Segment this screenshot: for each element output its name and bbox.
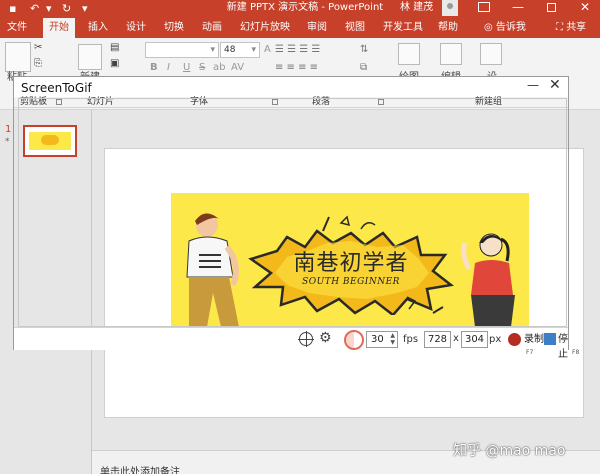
record-hotkey: F7 — [526, 349, 534, 356]
strikethrough-button[interactable]: S — [199, 62, 205, 73]
dialog-launcher-icon[interactable] — [272, 99, 278, 105]
woman-illustration — [461, 233, 515, 327]
align-icon[interactable]: ≡ ≡ ≡ ≡ — [275, 62, 318, 73]
cut-icon[interactable]: ✂ — [34, 42, 42, 53]
height-input[interactable]: 304 — [461, 331, 488, 348]
italic-button[interactable]: I — [167, 62, 170, 73]
tab-animations[interactable]: 动画 — [202, 18, 222, 38]
stop-button[interactable]: 停止 F8 — [544, 332, 579, 360]
char-spacing-button[interactable]: AV — [231, 62, 244, 73]
share-button[interactable]: ⛶ 共享 — [556, 18, 586, 37]
group-font: 字体 — [190, 97, 209, 107]
slide-transition-marker: * — [5, 137, 10, 147]
ribbon-group-labels: 剪贴板 幻灯片 字体 段落 新建组 — [14, 97, 568, 108]
smartart-icon[interactable]: ⧉ — [360, 62, 367, 73]
stop-hotkey: F8 — [572, 349, 580, 356]
bold-button[interactable]: B — [150, 62, 158, 73]
group-clipboard: 剪贴板 — [20, 97, 48, 107]
group-paragraph: 段落 — [312, 97, 331, 107]
text-direction-icon[interactable]: ⇅ — [360, 44, 368, 55]
share-icon: ⛶ — [556, 22, 567, 33]
designer-button[interactable] — [480, 43, 502, 65]
app-titlebar: ▪ ↶ ▾ ↻ ▾ 新建 PPTX 演示文稿 - PowerPoint 林 建茂… — [0, 0, 600, 18]
tell-me-search[interactable]: ◎ 告诉我 — [484, 18, 526, 37]
slide-thumbnail[interactable] — [23, 125, 77, 157]
px-label: px — [489, 334, 502, 345]
tab-slideshow[interactable]: 幻灯片放映 — [240, 18, 290, 38]
frame-rate-icon — [344, 330, 364, 350]
width-input[interactable]: 728 — [424, 331, 451, 348]
crosshair-icon[interactable] — [298, 331, 314, 347]
font-family-select[interactable]: ▾ — [145, 42, 219, 58]
reset-icon[interactable]: ▣ — [110, 58, 119, 69]
tab-review[interactable]: 审阅 — [307, 18, 327, 38]
thumbnail-preview — [29, 132, 71, 150]
underline-button[interactable]: U — [183, 62, 190, 73]
avatar[interactable] — [442, 0, 458, 16]
group-new: 新建组 — [475, 97, 503, 107]
fps-label: fps — [403, 334, 419, 345]
tab-design[interactable]: 设计 — [126, 18, 146, 38]
editing-button[interactable] — [440, 43, 462, 65]
customize-quick-access-icon[interactable]: ▾ — [82, 1, 88, 17]
ribbon-display-options-icon[interactable] — [478, 2, 490, 12]
notes-placeholder[interactable]: 单击此处添加备注 — [100, 463, 180, 474]
maximize-window-icon[interactable] — [547, 3, 556, 12]
watermark: 知乎 @mao mao — [453, 443, 566, 459]
bullets-icon[interactable]: ☰ ☰ ☰ ☰ — [275, 44, 320, 55]
banner-image[interactable]: 南巷初学者 SOUTH BEGINNER — [171, 193, 529, 327]
banner-title: 南巷初学者 — [293, 251, 409, 276]
close-icon[interactable]: ✕ — [549, 77, 561, 93]
tab-home[interactable]: 开始 — [43, 18, 75, 38]
tab-developer[interactable]: 开发工具 — [383, 18, 423, 38]
chevron-down-icon: ▾ — [210, 45, 215, 55]
save-icon[interactable]: ▪ — [9, 1, 16, 17]
copy-icon[interactable]: ⎘ — [34, 58, 42, 69]
slide-number: 1 — [5, 124, 12, 135]
screentogif-titlebar[interactable]: ScreenToGif — ✕ — [13, 76, 569, 98]
tab-insert[interactable]: 插入 — [88, 18, 108, 38]
paste-button[interactable] — [5, 42, 31, 72]
dialog-launcher-icon[interactable] — [378, 99, 384, 105]
tab-transitions[interactable]: 切换 — [164, 18, 184, 38]
redo-icon[interactable]: ↻ — [62, 1, 71, 17]
minimize-window-icon[interactable]: — — [512, 0, 524, 14]
doodle-strokes — [322, 215, 376, 232]
screentogif-toolbar: ⚙ 30 ▲ ▼ fps 728 x 304 px 录制 F7 停止 F8 — [14, 327, 579, 360]
doodle-strokes — [406, 296, 444, 314]
shadow-button[interactable]: ab — [213, 62, 225, 73]
lightbulb-icon: ◎ — [484, 22, 496, 33]
user-name[interactable]: 林 建茂 — [400, 0, 433, 16]
slide-thumbnails-pane — [0, 110, 92, 474]
man-illustration — [186, 213, 239, 327]
chevron-down-icon: ▾ — [251, 45, 256, 55]
record-button[interactable]: 录制 F7 — [508, 332, 544, 356]
font-size-select[interactable]: 48 ▾ — [220, 42, 260, 58]
minimize-icon[interactable]: — — [527, 78, 539, 92]
size-separator: x — [453, 333, 459, 344]
dropdown-arrow-icon[interactable]: ▾ — [46, 1, 52, 17]
drawing-button[interactable] — [398, 43, 420, 65]
spinner-arrows-icon[interactable]: ▲ ▼ — [390, 332, 395, 346]
window-title: 新建 PPTX 演示文稿 - PowerPoint — [226, 2, 384, 13]
banner-subtitle: SOUTH BEGINNER — [302, 277, 400, 287]
new-slide-button[interactable] — [78, 44, 102, 70]
ribbon-tabs: 文件 开始 插入 设计 切换 动画 幻灯片放映 审阅 视图 开发工具 帮助 ◎ … — [0, 18, 600, 38]
layout-icon[interactable]: ▤ — [110, 42, 119, 53]
tab-file[interactable]: 文件 — [7, 18, 27, 38]
close-window-icon[interactable]: ✕ — [580, 0, 590, 15]
record-icon — [508, 333, 521, 346]
fps-input[interactable]: 30 ▲ ▼ — [366, 331, 398, 348]
screentogif-title: ScreenToGif — [21, 81, 92, 95]
group-slides: 幻灯片 — [87, 97, 115, 107]
grow-font-icon[interactable]: A — [264, 44, 271, 55]
gear-icon[interactable]: ⚙ — [319, 330, 332, 346]
tab-help[interactable]: 帮助 — [438, 18, 458, 38]
dialog-launcher-icon[interactable] — [56, 99, 62, 105]
tab-view[interactable]: 视图 — [345, 18, 365, 38]
undo-icon[interactable]: ↶ — [30, 1, 39, 17]
stop-icon — [544, 333, 556, 345]
